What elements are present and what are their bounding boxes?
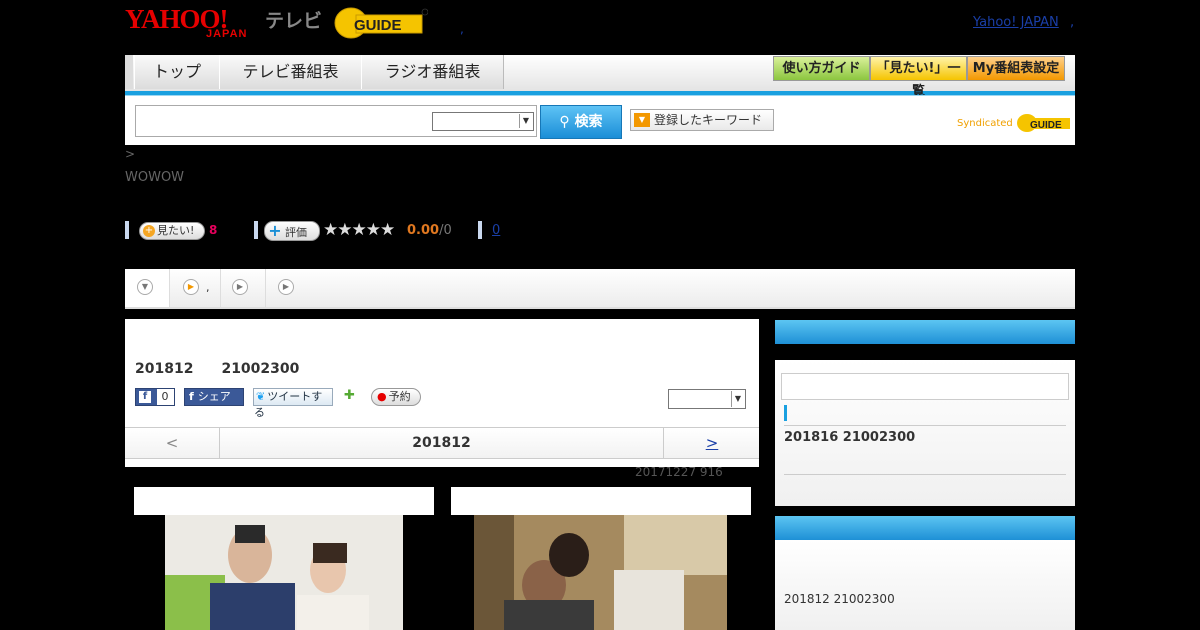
yahoo-japan-logo-text: JAPAN	[206, 28, 248, 40]
star-icon: ★	[337, 220, 352, 240]
search-button-label: 検索	[574, 114, 603, 130]
star-icon: ★	[380, 220, 395, 240]
my-schedule-settings-button[interactable]: My番組表設定	[967, 56, 1065, 81]
registered-keyword-label: 登録したキーワード	[654, 113, 763, 127]
rate-label: 評価	[285, 226, 307, 239]
program-tabs: ▼ ▶ , ▶ ▶	[125, 269, 1075, 309]
pager: < 201812 >	[125, 427, 759, 459]
star-icon: ★	[365, 220, 381, 240]
chevron-down-icon: ▼	[731, 391, 744, 407]
rating-divider	[478, 221, 482, 239]
chevron-down-icon: ▼	[519, 114, 532, 128]
nav-tab-radio-schedule[interactable]: ラジオ番組表	[361, 55, 504, 89]
rating-divider	[254, 221, 258, 239]
star-icon: ★	[351, 220, 367, 240]
pager-current: 201812	[412, 435, 471, 451]
star-rating: ★★★★★	[323, 220, 395, 240]
facebook-share-button[interactable]: f シェア	[184, 388, 244, 406]
tweet-button[interactable]: ❦ ツイートする	[253, 388, 333, 419]
plus-icon: +	[268, 221, 282, 240]
program-photo[interactable]	[474, 515, 727, 630]
facebook-icon: f	[139, 391, 151, 403]
search-genre-select[interactable]: ▼	[432, 112, 534, 131]
sidebar-item[interactable]: 201816 21002300	[784, 430, 915, 445]
gguide-logo[interactable]: GUIDE	[334, 6, 429, 40]
program-photo[interactable]	[165, 515, 403, 630]
nav-tab-top[interactable]: トップ	[134, 55, 220, 89]
reserve-label: 予約	[388, 390, 411, 403]
sidebar-header-2	[775, 516, 1075, 540]
play-icon: ▶	[183, 279, 199, 295]
syndicated-label: Syndicated	[957, 118, 1013, 129]
sidebar-accent-bar	[784, 405, 787, 421]
sidebar-item[interactable]: 201812 21002300	[784, 592, 895, 606]
photo-card-header	[451, 487, 751, 515]
share-label: シェア	[197, 390, 231, 403]
breadcrumb[interactable]: >	[125, 147, 135, 161]
play-icon: ▶	[232, 279, 248, 295]
review-count-link[interactable]: 0	[492, 223, 500, 238]
channel-name: WOWOW	[125, 170, 185, 185]
pager-prev[interactable]: <	[125, 428, 220, 458]
mitai-button[interactable]: + 見たい!	[139, 222, 205, 240]
score-total: /0	[439, 223, 452, 238]
tv-logo-text[interactable]: テレビ	[265, 6, 322, 33]
facebook-like-button[interactable]: f 0	[135, 388, 175, 406]
nav-tab-tv-schedule[interactable]: テレビ番組表	[219, 55, 362, 89]
sidebar-header-1	[775, 320, 1075, 344]
tab-2-suffix: ,	[206, 281, 210, 294]
play-icon: ▶	[278, 279, 294, 295]
tab-detail[interactable]: ▼	[125, 269, 170, 307]
syndicated-gguide-logo: Syndicated GUIDE	[957, 112, 1072, 134]
mitai-list-button[interactable]: 「見たい!」一覧	[870, 56, 967, 99]
arrow-down-icon: ▼	[634, 113, 650, 127]
pager-next[interactable]: >	[663, 428, 760, 458]
mitai-label: 見たい!	[157, 224, 195, 237]
header-separator: ,	[460, 22, 464, 36]
sidebar-divider	[784, 425, 1066, 426]
facebook-count: 0	[156, 389, 174, 405]
search-bar: ▼ ⚲ 検索 ▼ 登録したキーワード Syndicated GUIDE	[125, 95, 1075, 145]
rate-button[interactable]: + 評価	[264, 221, 320, 241]
twitter-icon: ❦	[256, 390, 266, 403]
rating-divider	[125, 221, 129, 239]
record-icon: ●	[377, 390, 387, 403]
sidebar-input[interactable]	[781, 373, 1069, 400]
star-icon: ★	[323, 220, 338, 240]
reserve-button[interactable]: ● 予約	[371, 388, 421, 406]
yahoo-japan-link[interactable]: Yahoo! JAPAN	[973, 15, 1059, 30]
bookmark-icon[interactable]: ✚	[344, 388, 360, 404]
syndicated-gguide-text: GUIDE	[1030, 120, 1062, 131]
score: 0.00/0	[407, 223, 452, 238]
program-title: 201812 21002300	[135, 361, 300, 377]
facebook-icon: f	[189, 390, 194, 403]
guide-button[interactable]: 使い方ガイド	[773, 56, 870, 81]
update-timestamp: 20171227 916	[635, 465, 723, 479]
main-nav: トップ テレビ番組表 ラジオ番組表 使い方ガイド 「見たい!」一覧 My番組表設…	[125, 55, 1075, 99]
sidebar-box-2: 201812 21002300	[775, 540, 1075, 630]
sidebar-box-1: 201816 21002300	[775, 360, 1075, 506]
search-button[interactable]: ⚲ 検索	[540, 105, 622, 139]
score-value: 0.00	[407, 223, 440, 238]
sidebar-divider	[784, 474, 1066, 475]
tab-2[interactable]: ▶ ,	[170, 269, 221, 307]
registered-keyword-button[interactable]: ▼ 登録したキーワード	[630, 109, 774, 131]
tab-3[interactable]: ▶	[221, 269, 266, 307]
mitai-count: 8	[209, 223, 218, 237]
header-link-separator: ,	[1070, 15, 1075, 30]
program-dropdown[interactable]: ▼	[668, 389, 746, 409]
search-icon: ⚲	[559, 114, 570, 130]
chevron-down-icon: ▼	[137, 279, 153, 295]
gguide-logo-text: GUIDE	[354, 17, 402, 34]
photo-card-header	[134, 487, 434, 515]
tab-4[interactable]: ▶	[266, 269, 310, 307]
program-detail-panel: 201812 21002300 f 0 f シェア ❦ ツイートする ✚ ● 予約 ▼…	[125, 319, 759, 467]
plus-icon: +	[143, 225, 155, 237]
